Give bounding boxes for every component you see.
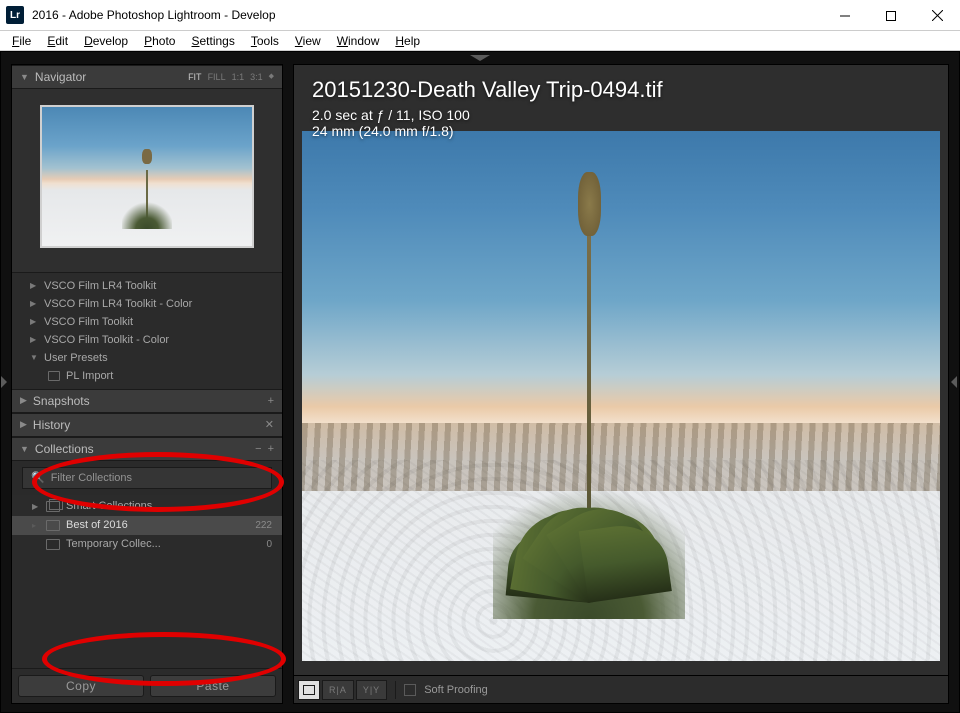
image-canvas[interactable]: 20151230-Death Valley Trip-0494.tif 2.0 … [293, 64, 949, 676]
soft-proofing-label: Soft Proofing [424, 684, 488, 696]
collection-count: 222 [255, 520, 272, 531]
preset-label: VSCO Film LR4 Toolkit - Color [44, 298, 192, 310]
right-panel-collapse[interactable] [951, 370, 959, 394]
before-after-lr-button[interactable]: R|A [322, 680, 354, 700]
preset-label: PL Import [66, 370, 113, 382]
collection-item-smart[interactable]: ▶ Smart Collections [12, 497, 282, 516]
top-panel-collapse[interactable] [1, 52, 959, 64]
preset-label: User Presets [44, 352, 108, 364]
chevron-right-icon: ▶ [30, 335, 38, 344]
window-titlebar: Lr 2016 - Adobe Photoshop Lightroom - De… [0, 0, 960, 31]
chevron-right-icon: ▶ [20, 395, 27, 406]
minimize-button[interactable] [822, 0, 868, 31]
window-controls [822, 0, 960, 30]
add-snapshot-button[interactable]: + [268, 395, 274, 407]
navigator-title: Navigator [35, 70, 86, 84]
chevron-right-icon: ▸ [32, 521, 40, 530]
zoom-3to1[interactable]: 3:1 [250, 72, 263, 82]
chevron-down-icon: ▼ [30, 353, 38, 362]
main-panel: 20151230-Death Valley Trip-0494.tif 2.0 … [293, 64, 949, 704]
collection-item-temp[interactable]: ▶ Temporary Collec... 0 [12, 535, 282, 554]
photo-info-overlay: 20151230-Death Valley Trip-0494.tif 2.0 … [312, 77, 663, 139]
menu-window[interactable]: Window [329, 32, 388, 50]
menu-settings[interactable]: Settings [183, 32, 242, 50]
snapshots-title: Snapshots [33, 394, 90, 408]
menu-help[interactable]: Help [387, 32, 428, 50]
zoom-1to1[interactable]: 1:1 [232, 72, 245, 82]
preset-label: VSCO Film LR4 Toolkit [44, 280, 156, 292]
preset-folder[interactable]: ▶ VSCO Film LR4 Toolkit [12, 277, 282, 295]
preset-icon [48, 371, 60, 381]
chevron-down-icon: ▼ [20, 72, 29, 82]
collection-label: Best of 2016 [66, 519, 128, 531]
copy-button[interactable]: Copy [18, 675, 144, 697]
paste-button[interactable]: Paste [150, 675, 276, 697]
collection-item-best2016[interactable]: ▸ Best of 2016 222 [12, 516, 282, 535]
collections-minus-button[interactable]: − [255, 443, 261, 455]
before-after-tb-button[interactable]: Y|Y [356, 680, 387, 700]
menu-tools[interactable]: Tools [243, 32, 287, 50]
loupe-view-button[interactable] [298, 680, 320, 700]
zoom-menu-icon[interactable]: ◆ [269, 72, 274, 82]
collection-label: Temporary Collec... [66, 538, 161, 550]
search-icon: 🔍 [31, 471, 45, 484]
history-title: History [33, 418, 70, 432]
menu-view[interactable]: View [287, 32, 329, 50]
menu-file[interactable]: File [4, 32, 39, 50]
left-panel-collapse[interactable] [1, 370, 9, 394]
preset-folder[interactable]: ▶ VSCO Film LR4 Toolkit - Color [12, 295, 282, 313]
soft-proofing-checkbox[interactable] [404, 684, 416, 696]
photo-preview [302, 131, 940, 661]
zoom-fill[interactable]: FILL [208, 72, 226, 82]
copy-paste-bar: Copy Paste [12, 668, 282, 703]
presets-panel: ▶ VSCO Film LR4 Toolkit ▶ VSCO Film LR4 To… [12, 272, 282, 389]
smart-collection-icon [46, 501, 60, 512]
chevron-right-icon: ▶ [30, 281, 38, 290]
chevron-right-icon: ▶ [20, 419, 27, 430]
collections-title: Collections [35, 442, 94, 456]
chevron-down-icon: ▼ [20, 444, 29, 454]
collection-count: 0 [266, 539, 272, 550]
preset-label: VSCO Film Toolkit [44, 316, 133, 328]
clear-history-button[interactable]: ✕ [265, 418, 274, 431]
menu-edit[interactable]: Edit [39, 32, 76, 50]
window-title: 2016 - Adobe Photoshop Lightroom - Devel… [32, 8, 822, 22]
develop-toolbar: R|A Y|Y Soft Proofing [293, 676, 949, 704]
collection-icon [46, 520, 60, 531]
close-button[interactable] [914, 0, 960, 31]
chevron-right-icon: ▶ [30, 317, 38, 326]
preset-folder[interactable]: ▶ VSCO Film Toolkit - Color [12, 331, 282, 349]
menu-photo[interactable]: Photo [136, 32, 183, 50]
snapshots-header[interactable]: ▶ Snapshots + [12, 389, 282, 413]
chevron-right-icon: ▶ [30, 299, 38, 308]
preset-label: VSCO Film Toolkit - Color [44, 334, 169, 346]
collection-label: Smart Collections [66, 500, 152, 512]
photo-filename: 20151230-Death Valley Trip-0494.tif [312, 77, 663, 103]
maximize-button[interactable] [868, 0, 914, 31]
app-body: ▼ Navigator FIT FILL 1:1 3:1 ◆ ▶ VSCO Fil… [0, 51, 960, 713]
photo-lens: 24 mm (24.0 mm f/1.8) [312, 123, 663, 139]
preset-folder[interactable]: ▶ VSCO Film Toolkit [12, 313, 282, 331]
left-panel: ▼ Navigator FIT FILL 1:1 3:1 ◆ ▶ VSCO Fil… [11, 64, 283, 704]
photo-exposure: 2.0 sec at ƒ / 11, ISO 100 [312, 107, 663, 123]
navigator-preview[interactable] [12, 89, 282, 272]
history-header[interactable]: ▶ History ✕ [12, 413, 282, 437]
collection-icon [46, 539, 60, 550]
menu-develop[interactable]: Develop [76, 32, 136, 50]
navigator-zoom-modes: FIT FILL 1:1 3:1 ◆ [188, 72, 274, 82]
filter-placeholder: Filter Collections [51, 472, 132, 484]
chevron-right-icon: ▶ [32, 502, 40, 511]
app-icon: Lr [6, 6, 24, 24]
preset-folder-user[interactable]: ▼ User Presets [12, 349, 282, 367]
zoom-fit[interactable]: FIT [188, 72, 202, 82]
navigator-header[interactable]: ▼ Navigator FIT FILL 1:1 3:1 ◆ [12, 65, 282, 89]
filter-collections-input[interactable]: 🔍 Filter Collections [22, 467, 272, 489]
menu-bar: File Edit Develop Photo Settings Tools V… [0, 31, 960, 51]
collections-header[interactable]: ▼ Collections − + [12, 437, 282, 461]
collections-list: ▶ Smart Collections ▸ Best of 2016 222 ▶… [12, 495, 282, 562]
collections-plus-button[interactable]: + [268, 443, 274, 455]
preset-item[interactable]: PL Import [12, 367, 282, 385]
